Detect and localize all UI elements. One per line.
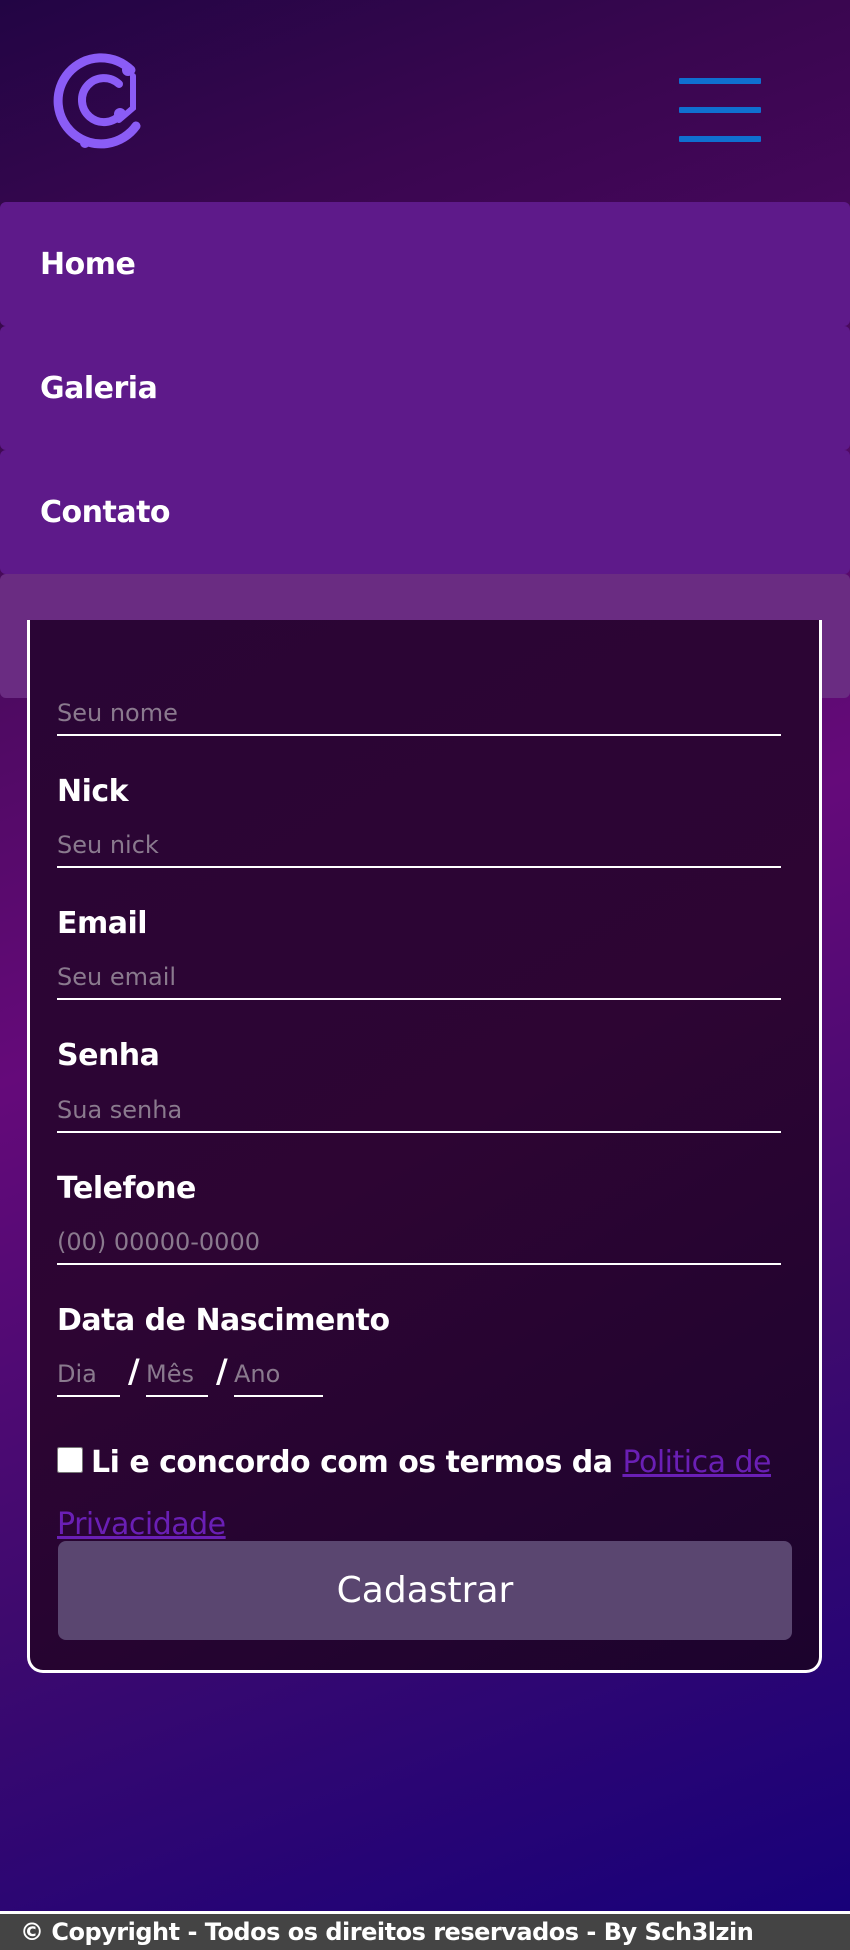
circle-c-logo-icon[interactable] [49,48,152,151]
date-separator: / [128,1352,140,1390]
nick-input[interactable] [57,828,781,868]
name-input[interactable] [57,696,781,736]
email-label: Email [57,906,148,941]
submit-button[interactable]: Cadastrar [58,1541,792,1640]
copyright-text: © Copyright - Todos os direitos reservad… [20,1918,754,1946]
terms-agreement: Li e concordo com os termos da Politica … [57,1432,777,1556]
birth-day-input[interactable] [57,1357,120,1397]
date-separator: / [216,1352,228,1390]
terms-checkbox[interactable] [57,1446,83,1473]
email-input[interactable] [57,960,781,1000]
menu-item-home[interactable]: Home [0,202,850,326]
birth-date-label: Data de Nascimento [57,1303,390,1338]
birth-month-input[interactable] [146,1357,208,1397]
phone-input[interactable] [57,1225,781,1265]
menu-item-galeria[interactable]: Galeria [0,326,850,450]
password-label: Senha [57,1038,160,1073]
footer: © Copyright - Todos os direitos reservad… [0,1911,850,1950]
nick-label: Nick [57,774,129,809]
terms-text: Li e concordo com os termos da [91,1445,613,1480]
menu-item-contato[interactable]: Contato [0,450,850,574]
birth-year-input[interactable] [234,1357,323,1397]
password-input[interactable] [57,1093,781,1133]
hamburger-icon[interactable] [679,78,761,142]
phone-label: Telefone [57,1171,196,1206]
header [0,0,850,202]
